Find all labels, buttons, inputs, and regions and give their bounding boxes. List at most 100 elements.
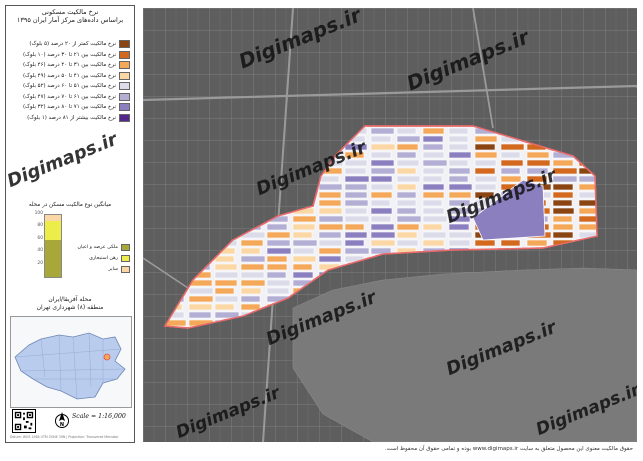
census-block[interactable] [240,295,261,303]
census-block[interactable] [396,159,420,167]
census-block[interactable] [318,191,342,199]
census-block[interactable] [422,151,445,159]
census-block[interactable] [318,199,342,207]
census-block[interactable] [266,231,291,239]
census-block[interactable] [370,135,392,143]
census-block[interactable] [344,167,367,175]
census-block[interactable] [552,215,573,223]
census-block[interactable] [318,183,343,191]
census-block[interactable] [396,167,417,175]
census-block[interactable] [578,223,598,231]
census-block[interactable] [188,295,214,303]
census-block[interactable] [448,231,473,239]
census-block[interactable] [266,239,291,247]
census-block[interactable] [370,231,396,239]
census-block[interactable] [422,231,447,239]
census-block[interactable] [214,287,235,295]
census-block[interactable] [292,231,313,239]
census-block[interactable] [188,287,214,295]
census-block[interactable] [370,183,394,191]
census-block[interactable] [422,207,445,215]
census-block[interactable] [448,143,469,151]
census-block[interactable] [396,191,417,199]
census-block[interactable] [422,223,443,231]
census-block[interactable] [370,175,393,183]
census-block[interactable] [396,183,417,191]
census-block[interactable] [214,263,238,271]
census-block[interactable] [240,247,261,255]
census-block[interactable] [344,223,365,231]
census-block[interactable] [318,175,340,183]
census-block[interactable] [370,215,392,223]
census-block[interactable] [422,159,448,167]
census-block[interactable] [344,247,370,255]
census-block[interactable] [292,255,317,263]
census-block[interactable] [370,127,395,135]
census-block[interactable] [552,191,574,199]
census-block[interactable] [318,215,344,223]
census-block[interactable] [266,263,288,271]
census-block[interactable] [318,223,344,231]
census-block[interactable] [318,247,342,255]
census-block[interactable] [344,175,370,183]
census-block[interactable] [448,135,469,143]
census-block[interactable] [344,239,365,247]
census-block[interactable] [292,247,315,255]
census-block[interactable] [474,239,496,247]
census-block[interactable] [474,135,498,143]
census-block[interactable] [422,215,448,223]
census-block[interactable] [214,279,238,287]
census-block[interactable] [240,239,264,247]
census-block[interactable] [214,295,239,303]
census-block[interactable] [474,151,498,159]
census-block[interactable] [448,167,471,175]
census-block[interactable] [500,159,524,167]
census-block[interactable] [474,167,496,175]
census-block[interactable] [396,151,417,159]
census-block[interactable] [188,303,213,311]
census-block[interactable] [474,159,497,167]
census-block[interactable] [318,231,342,239]
census-block[interactable] [448,239,471,247]
census-block[interactable] [500,151,521,159]
census-block[interactable] [370,239,396,247]
census-block[interactable] [422,167,445,175]
census-block[interactable] [552,167,578,175]
census-block[interactable] [240,255,266,263]
census-block[interactable] [396,207,417,215]
census-block[interactable] [552,199,573,207]
census-block[interactable] [266,287,290,295]
census-block[interactable] [214,271,239,279]
census-block[interactable] [292,263,313,271]
census-block[interactable] [422,183,445,191]
census-block[interactable] [526,151,550,159]
census-block[interactable] [292,239,318,247]
census-block[interactable] [344,207,368,215]
census-block[interactable] [396,199,417,207]
census-block[interactable] [526,159,551,167]
census-block[interactable] [370,191,393,199]
census-block[interactable] [370,167,396,175]
census-block[interactable] [292,215,317,223]
census-block[interactable] [422,191,445,199]
census-block[interactable] [552,223,574,231]
census-block[interactable] [396,215,422,223]
census-block[interactable] [500,143,525,151]
census-block[interactable] [552,207,575,215]
census-block[interactable] [474,175,498,183]
census-block[interactable] [396,239,419,247]
census-block[interactable] [266,271,287,279]
census-block[interactable] [448,183,473,191]
census-block[interactable] [422,239,445,247]
census-block[interactable] [344,199,369,207]
census-block[interactable] [266,247,292,255]
census-block[interactable] [396,127,417,135]
census-block[interactable] [422,175,443,183]
census-block[interactable] [474,143,496,151]
census-block[interactable] [500,239,521,247]
main-map[interactable]: Digimaps.ir Digimaps.ir Digimaps.ir Digi… [143,8,637,442]
census-block[interactable] [188,311,212,319]
census-block[interactable] [292,223,316,231]
census-block[interactable] [344,231,368,239]
census-block[interactable] [396,223,420,231]
